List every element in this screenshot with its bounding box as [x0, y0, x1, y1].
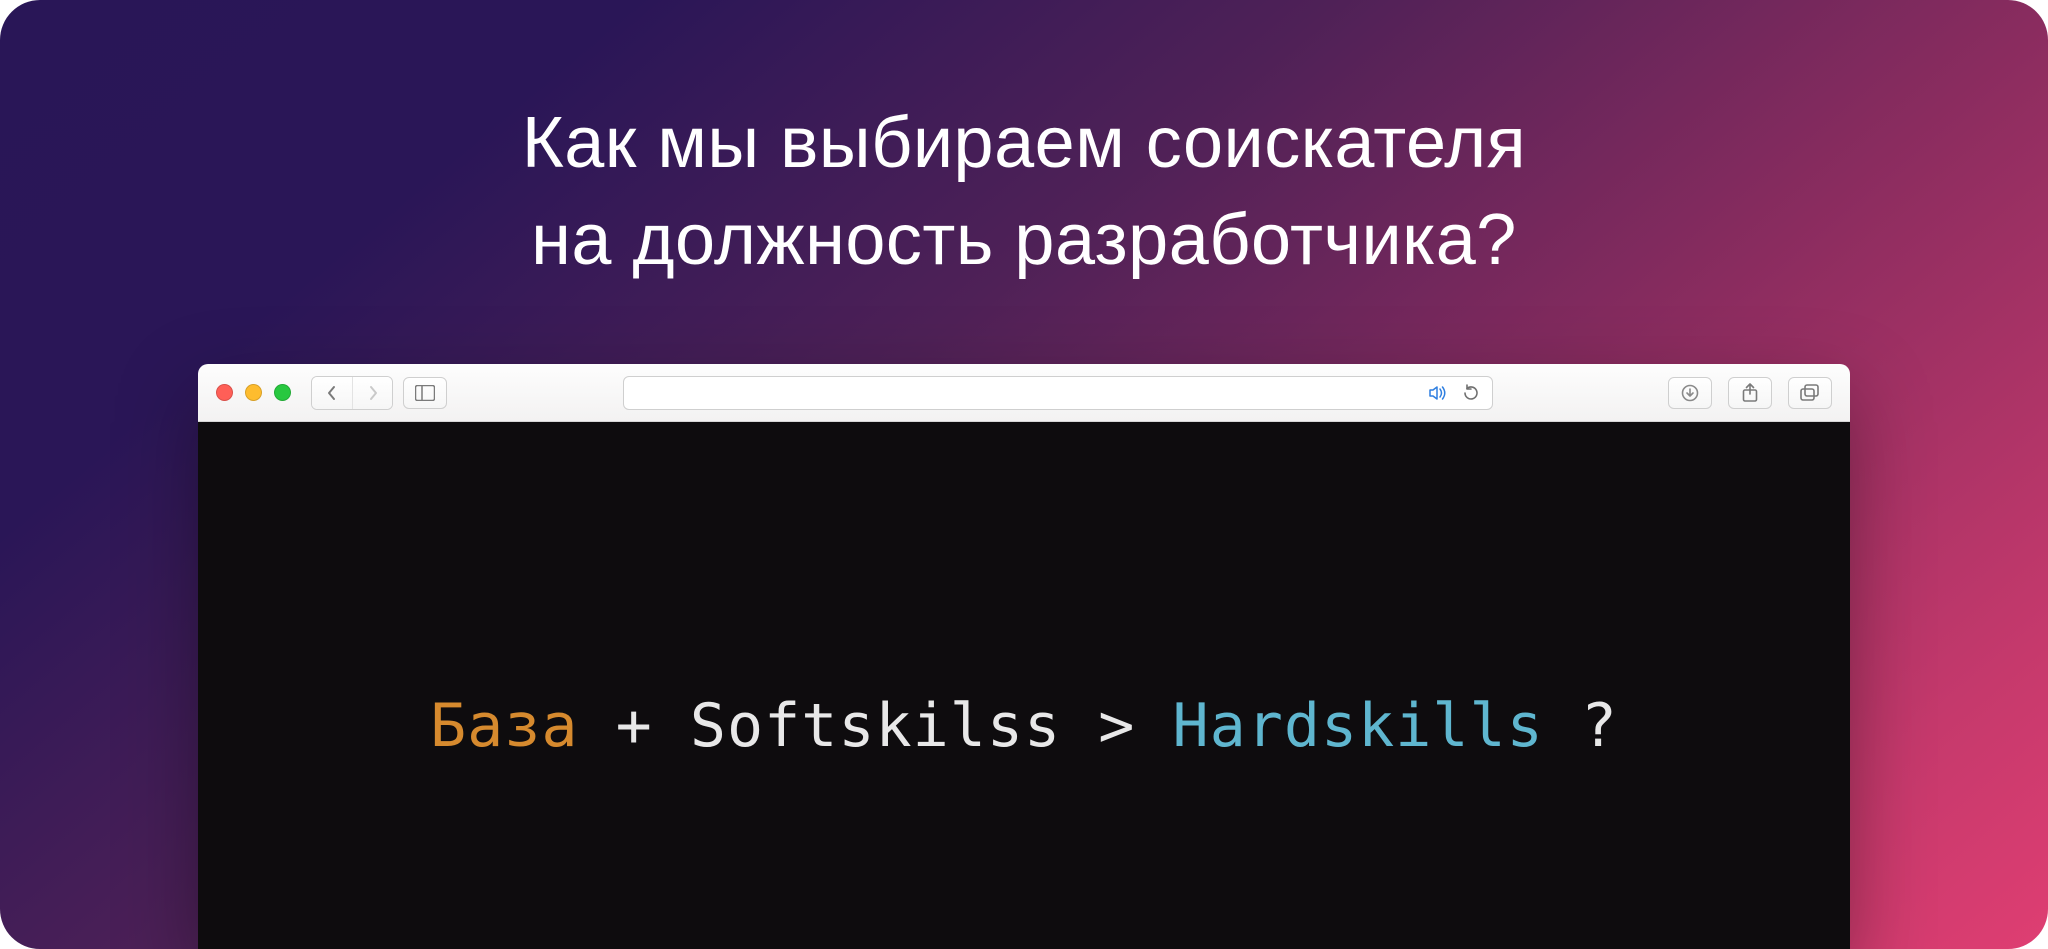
browser-window: База + Softskilss > Hardskills ? — [198, 364, 1850, 949]
chevron-right-icon — [367, 385, 379, 401]
page-title: Как мы выбираем соискателя на должность … — [522, 95, 1526, 289]
reload-icon[interactable] — [1462, 384, 1480, 402]
downloads-button[interactable] — [1668, 377, 1712, 409]
token-softskills: Softskilss — [690, 691, 1061, 761]
address-bar[interactable] — [623, 376, 1493, 410]
browser-content: База + Softskilss > Hardskills ? — [198, 422, 1850, 949]
heading-line-2: на должность разработчика? — [531, 200, 1517, 280]
share-icon — [1742, 383, 1758, 403]
token-base: База — [430, 691, 579, 761]
close-window-button[interactable] — [216, 384, 233, 401]
token-hardskills: Hardskills — [1173, 691, 1544, 761]
tabs-icon — [1800, 384, 1820, 402]
download-icon — [1681, 384, 1699, 402]
history-nav — [311, 376, 393, 410]
token-gt: > — [1061, 691, 1172, 761]
code-expression: База + Softskilss > Hardskills ? — [430, 691, 1618, 761]
sidebar-icon — [415, 385, 435, 401]
browser-toolbar — [198, 364, 1850, 422]
zoom-window-button[interactable] — [274, 384, 291, 401]
sidebar-toggle-button[interactable] — [403, 377, 447, 409]
token-question: ? — [1544, 691, 1618, 761]
toolbar-right — [1668, 377, 1832, 409]
show-tabs-button[interactable] — [1788, 377, 1832, 409]
token-plus: + — [579, 691, 690, 761]
chevron-left-icon — [326, 385, 338, 401]
hero-card: Как мы выбираем соискателя на должность … — [0, 0, 2048, 949]
minimize-window-button[interactable] — [245, 384, 262, 401]
heading-line-1: Как мы выбираем соискателя — [522, 103, 1526, 183]
audio-icon — [1428, 385, 1448, 401]
back-button[interactable] — [312, 377, 352, 409]
share-button[interactable] — [1728, 377, 1772, 409]
forward-button[interactable] — [352, 377, 392, 409]
window-controls — [216, 384, 291, 401]
